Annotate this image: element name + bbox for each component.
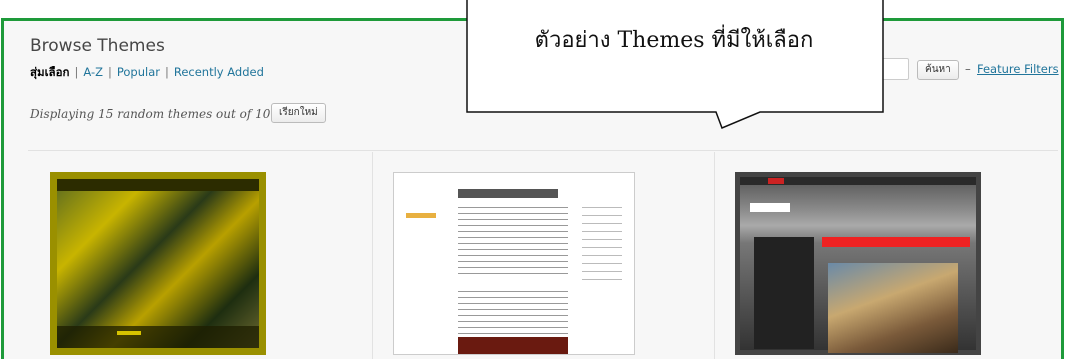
filter-separator: | [107, 65, 112, 79]
feature-filters-link[interactable]: Feature Filters [977, 62, 1059, 76]
column-divider [372, 152, 373, 359]
theme-post-title-block [822, 237, 970, 247]
refresh-button[interactable]: เรียกใหม่ [271, 103, 326, 123]
dash-separator: – [965, 62, 971, 76]
filter-recently-added[interactable]: Recently Added [174, 65, 264, 79]
filter-random[interactable]: สุ่มเลือก [30, 65, 69, 79]
filter-separator: | [164, 65, 169, 79]
display-status: Displaying 15 random themes out of 101 [30, 107, 278, 121]
callout-text: ตัวอย่าง Themes ที่มีให้เลือก [534, 28, 814, 53]
theme-thumbnail-fish[interactable] [50, 172, 266, 355]
theme-filter-bar: สุ่มเลือก | A-Z | Popular | Recently Added [30, 64, 264, 82]
search-input[interactable] [867, 58, 909, 80]
page-title: Browse Themes [30, 36, 165, 56]
theme-logo-block [406, 213, 436, 218]
fish-photo-image [57, 179, 259, 348]
theme-photo-block [458, 337, 568, 354]
theme-text-block [458, 207, 568, 277]
theme-logo-block [750, 203, 790, 212]
theme-header-bar [57, 179, 259, 191]
filter-popular[interactable]: Popular [117, 65, 160, 79]
search-button[interactable]: ค้นหา [917, 60, 959, 80]
theme-sidebar-block [582, 207, 622, 287]
theme-thumbnail-oulipo[interactable] [393, 172, 635, 355]
greyzed-screenshot-image [740, 177, 976, 353]
theme-heading-block [458, 189, 558, 198]
filter-a-z[interactable]: A-Z [83, 65, 103, 79]
theme-caption-bar [57, 326, 259, 348]
theme-nav-bar [740, 177, 976, 185]
theme-photo-block [828, 263, 958, 353]
column-divider [714, 152, 715, 359]
theme-sidebar-block [754, 237, 814, 349]
theme-thumbnail-greyzed[interactable] [735, 172, 981, 355]
divider [28, 150, 1058, 151]
theme-text-block [458, 291, 568, 339]
filter-separator: | [74, 65, 79, 79]
display-status-text: Displaying 15 random themes out of 101 [30, 107, 279, 121]
